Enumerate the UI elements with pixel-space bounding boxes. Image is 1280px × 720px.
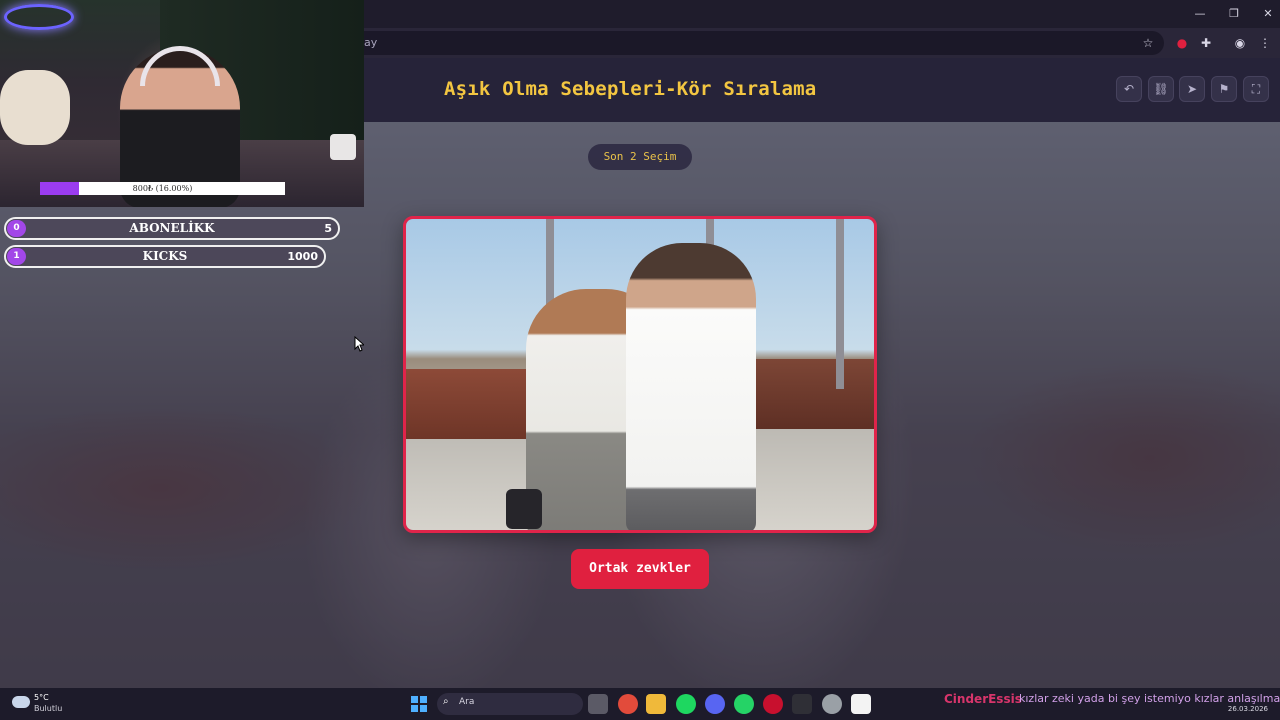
spotify-icon[interactable] [676,694,696,714]
taskbar: 5°C Bulutlu ⌕ Ara CinderEssis kızlar zek… [0,688,1280,720]
browser-toolbar: ay ☆ ● ✚ ◉ ⋮ [364,28,1280,58]
screen: Aşık Olma Sebepleri-Kör Sıralama ↶ ⛓ ➤ ⚑… [0,0,1280,720]
weather-temperature: 5°C [34,693,49,702]
extension-icon[interactable]: ● [1174,35,1190,51]
page-title: Aşık Olma Sebepleri-Kör Sıralama [444,78,817,100]
whatsapp-icon[interactable] [734,694,754,714]
counter-label: ABONELİKK [129,221,215,235]
minimize-icon[interactable]: — [1192,6,1208,22]
close-icon[interactable]: ✕ [1260,6,1276,22]
app-icon[interactable] [851,694,871,714]
counter-value: 5 [324,222,332,235]
mouse-cursor-icon [354,336,364,352]
neon-crown [4,4,74,30]
app-header: Aşık Olma Sebepleri-Kör Sıralama ↶ ⛓ ➤ ⚑… [364,58,1280,122]
chrome-icon[interactable] [618,694,638,714]
donation-goal-bar: 800₺ (16.00%) [40,182,285,195]
bookmark-star-icon[interactable]: ☆ [1140,35,1156,51]
capcut-icon[interactable] [792,694,812,714]
extensions-puzzle-icon[interactable]: ✚ [1198,35,1214,51]
profile-avatar-icon[interactable]: ◉ [1232,35,1248,51]
browser-titlebar: — ❐ ✕ [364,0,1280,28]
send-icon: ➤ [1186,82,1198,96]
cloud-icon[interactable] [12,696,30,708]
choice-button[interactable]: Ortak zevkler [571,549,709,589]
maximize-icon[interactable]: ❐ [1226,6,1242,22]
address-bar[interactable]: ay [364,31,1164,55]
webcam-overlay: 800₺ (16.00%) [0,0,364,207]
flag-icon: ⚑ [1218,82,1230,96]
chat-username: CinderEssis [944,692,1022,706]
choice-image-card[interactable] [403,216,877,533]
task-view-icon[interactable] [588,694,608,714]
fullscreen-button[interactable]: ⛶ [1243,76,1269,102]
subscription-counter: 0 ABONELİKK 5 [4,217,340,240]
link-button[interactable]: ⛓ [1148,76,1174,102]
handbag [506,489,542,529]
fullscreen-icon: ⛶ [1251,82,1261,96]
obs-icon[interactable] [763,694,783,714]
donation-goal-text: 800₺ (16.00%) [132,184,193,193]
last-choices-button[interactable]: Son 2 Seçim [588,144,692,170]
file-explorer-icon[interactable] [646,694,666,714]
kicks-counter: 1 KICKS 1000 [4,245,326,268]
bridge-railing-left [406,369,526,439]
browser-menu-icon[interactable]: ⋮ [1257,35,1273,51]
link-icon: ⛓ [1153,82,1169,96]
discord-icon[interactable] [705,694,725,714]
weather-description: Bulutlu [34,704,63,713]
taskbar-date: 26.03.2026 [1227,705,1268,713]
undo-button[interactable]: ↶ [1116,76,1142,102]
bridge-railing-right [754,359,874,429]
counter-value: 1000 [287,250,318,263]
send-button[interactable]: ➤ [1179,76,1205,102]
search-placeholder: Ara [459,697,475,707]
man-figure [626,243,756,530]
flag-button[interactable]: ⚑ [1211,76,1237,102]
mug [330,134,356,160]
steam-icon[interactable] [822,694,842,714]
couple-photo [406,219,874,530]
search-icon: ⌕ [443,696,449,707]
undo-icon: ↶ [1123,82,1135,96]
taskbar-search[interactable]: ⌕ Ara [437,693,583,715]
start-button[interactable] [411,696,427,712]
teddy-bear [0,70,70,145]
counter-label: KICKS [142,249,188,263]
chat-message: kızlar zeki yada bi şey istemiyo kızlar … [1019,692,1280,705]
bridge-pole [836,219,844,389]
